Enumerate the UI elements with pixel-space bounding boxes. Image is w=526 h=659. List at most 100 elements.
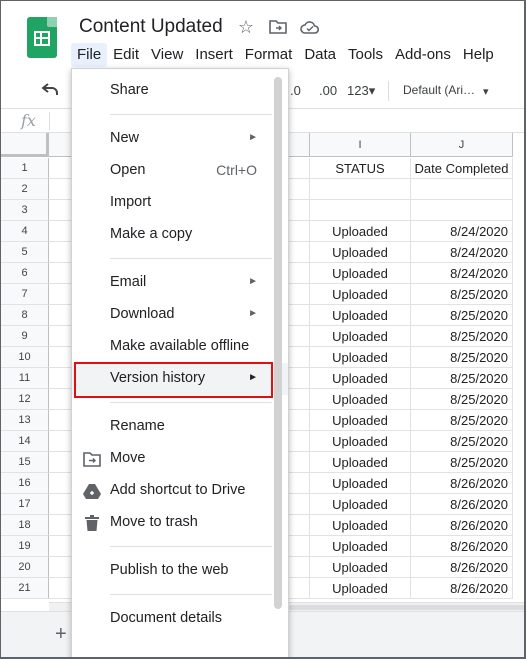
font-select-caret-icon[interactable]: ▾ [483,85,489,98]
cell-status[interactable]: Uploaded [310,284,411,305]
row-header[interactable]: 4 [1,221,49,242]
row-header[interactable]: 20 [1,557,49,578]
menu-item-share[interactable]: Share [72,75,288,107]
font-select[interactable]: Default (Ari… [403,83,475,97]
cell-status[interactable] [310,200,411,221]
cell-date-completed[interactable]: 8/26/2020 [411,494,513,515]
cell-status[interactable]: Uploaded [310,347,411,368]
cell-date-completed[interactable] [411,200,513,221]
menu-view[interactable]: View [145,43,189,67]
cell-status[interactable]: Uploaded [310,368,411,389]
document-title[interactable]: Content Updated [79,16,223,38]
cell-status[interactable]: Uploaded [310,389,411,410]
decrease-decimal-button[interactable]: .0 [290,83,301,98]
row-header[interactable]: 11 [1,368,49,389]
menu-item-details[interactable]: Document details [72,603,288,635]
row-header[interactable]: 5 [1,242,49,263]
cell-status[interactable]: Uploaded [310,452,411,473]
cell-status[interactable]: Uploaded [310,515,411,536]
row-header[interactable]: 1 [1,158,49,179]
row-header[interactable]: 17 [1,494,49,515]
cell-date-completed[interactable]: 8/25/2020 [411,452,513,473]
menu-item-trash[interactable]: Move to trash [72,507,288,539]
cell-date-completed[interactable] [411,179,513,200]
menu-item-add-shortcut[interactable]: Add shortcut to Drive [72,475,288,507]
cell-date-completed[interactable]: 8/25/2020 [411,410,513,431]
row-header[interactable]: 6 [1,263,49,284]
scroll-thumb[interactable] [289,605,524,610]
row-header[interactable]: 21 [1,578,49,599]
menu-insert[interactable]: Insert [189,43,239,67]
column-header-i[interactable]: I [310,133,411,157]
cell-status[interactable]: Uploaded [310,242,411,263]
star-icon[interactable]: ☆ [236,17,256,37]
cell-status[interactable]: Uploaded [310,473,411,494]
menu-item-offline[interactable]: Make available offline [72,331,288,363]
menu-item-make-copy[interactable]: Make a copy [72,219,288,251]
cell-date-completed[interactable]: 8/26/2020 [411,557,513,578]
menu-tools[interactable]: Tools [342,43,389,67]
row-header[interactable]: 13 [1,410,49,431]
cell-status[interactable]: Uploaded [310,410,411,431]
menu-item-email[interactable]: Email ► [72,267,288,299]
cell-status[interactable]: Uploaded [310,578,411,599]
menu-data[interactable]: Data [298,43,342,67]
row-header[interactable]: 18 [1,515,49,536]
row-header[interactable]: 12 [1,389,49,410]
row-header[interactable]: 7 [1,284,49,305]
move-folder-icon[interactable] [268,17,288,37]
cell-date-completed[interactable]: 8/24/2020 [411,221,513,242]
cell-date-completed[interactable]: 8/25/2020 [411,305,513,326]
menu-item-move[interactable]: Move [72,443,288,475]
add-sheet-button[interactable]: + [55,623,67,646]
cell-date-completed[interactable]: 8/24/2020 [411,263,513,284]
menu-item-open[interactable]: Open Ctrl+O [72,155,288,187]
row-header[interactable]: 14 [1,431,49,452]
cell-status[interactable]: Uploaded [310,494,411,515]
cell-date-completed[interactable]: 8/25/2020 [411,389,513,410]
cell-date-completed[interactable]: 8/26/2020 [411,536,513,557]
more-formats-button[interactable]: 123▾ [347,83,375,99]
cell-date-completed[interactable]: 8/25/2020 [411,326,513,347]
cell-date-completed[interactable]: 8/26/2020 [411,515,513,536]
cell-date-completed[interactable]: 8/24/2020 [411,242,513,263]
cell-date-completed[interactable]: 8/25/2020 [411,347,513,368]
menu-format[interactable]: Format [239,43,299,67]
cell-status[interactable]: Uploaded [310,431,411,452]
row-header[interactable]: 9 [1,326,49,347]
cell-status[interactable] [310,179,411,200]
menu-item-import[interactable]: Import [72,187,288,219]
cell-status[interactable]: Uploaded [310,305,411,326]
cell-status[interactable]: Uploaded [310,557,411,578]
sheets-logo-icon[interactable] [27,17,57,58]
menu-item-rename[interactable]: Rename [72,411,288,443]
cell-status[interactable]: Uploaded [310,221,411,242]
menu-item-publish[interactable]: Publish to the web [72,555,288,587]
row-header[interactable]: 8 [1,305,49,326]
cell-status[interactable]: Uploaded [310,263,411,284]
menu-edit[interactable]: Edit [107,43,145,67]
menu-addons[interactable]: Add-ons [389,43,457,67]
cell-status[interactable]: Uploaded [310,536,411,557]
cell-date-completed[interactable]: 8/25/2020 [411,368,513,389]
row-header[interactable]: 10 [1,347,49,368]
cell-date-completed[interactable]: 8/25/2020 [411,284,513,305]
row-header[interactable]: 15 [1,452,49,473]
menu-file[interactable]: File [71,43,108,67]
row-header[interactable]: 19 [1,536,49,557]
select-all-corner[interactable] [1,133,49,157]
undo-icon[interactable] [41,81,59,102]
cell-date-completed[interactable]: Date Completed [411,158,513,179]
menu-help[interactable]: Help [457,43,500,67]
increase-decimal-button[interactable]: .00 [319,83,337,98]
cell-status[interactable]: Uploaded [310,326,411,347]
row-header[interactable]: 2 [1,179,49,200]
menu-scrollbar[interactable] [274,77,282,609]
cloud-saved-icon[interactable] [300,17,320,37]
cell-date-completed[interactable]: 8/25/2020 [411,431,513,452]
cell-date-completed[interactable]: 8/26/2020 [411,578,513,599]
column-header-j[interactable]: J [411,133,513,157]
menu-item-new[interactable]: New ► [72,123,288,155]
row-header[interactable]: 16 [1,473,49,494]
cell-date-completed[interactable]: 8/26/2020 [411,473,513,494]
